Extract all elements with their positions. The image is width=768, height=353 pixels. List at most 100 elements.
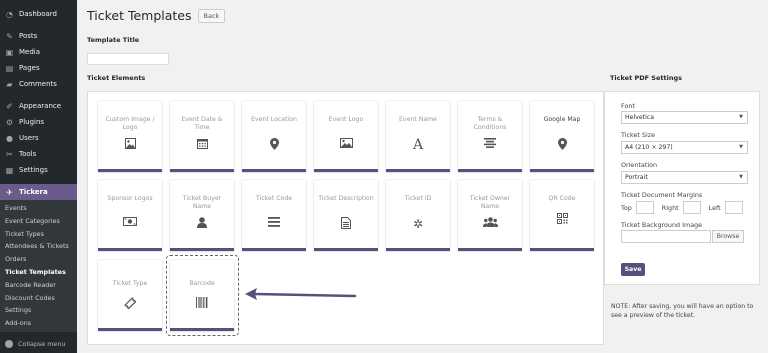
sidebar-item-label: Posts — [19, 32, 38, 40]
orientation-label: Orientation — [621, 161, 658, 169]
admin-sidebar: ◔ Dashboard ✎ Posts ▣ Media ▤ Pages ▰ Comment… — [0, 0, 77, 353]
sidebar-item-settings[interactable]: ▦ Settings — [0, 162, 77, 178]
margin-right-label: Right — [661, 203, 679, 212]
element-tile-custom-image-logo[interactable]: Custom Image / Logo — [98, 101, 162, 172]
tile-label: Google Map — [543, 116, 581, 123]
collapse-menu-label: Collapse menu — [18, 340, 66, 348]
users-icon: ● — [6, 133, 13, 143]
element-tile-event-location[interactable]: Event Location — [242, 101, 306, 172]
margin-top-input[interactable] — [635, 201, 654, 214]
ticket-size-select-value: A4 (210 × 297) — [625, 144, 673, 151]
save-button[interactable]: Save — [621, 263, 645, 276]
sidebar-item-label: Tools — [19, 150, 37, 158]
margins-label: Ticket Document Margins — [621, 191, 703, 199]
calendar-icon — [170, 138, 234, 149]
element-tile-event-logo[interactable]: Event Logo — [314, 101, 378, 172]
submenu-item-settings[interactable]: Settings — [0, 304, 77, 317]
tile-label: Custom Image / Logo — [105, 116, 155, 131]
margin-right-input[interactable] — [682, 201, 701, 214]
orientation-select[interactable]: Portrait ▼ — [621, 171, 748, 184]
sidebar-item-dashboard[interactable]: ◔ Dashboard — [0, 6, 77, 22]
margin-left-label: Left — [708, 203, 721, 212]
element-tile-google-map[interactable]: Google Map — [530, 101, 594, 172]
image-icon — [98, 138, 162, 149]
submenu-item-ticket-templates[interactable]: Ticket Templates — [0, 266, 77, 279]
sidebar-item-label: Dashboard — [19, 10, 57, 18]
submenu-item-event-categories[interactable]: Event Categories — [0, 215, 77, 228]
element-tile-ticket-code[interactable]: Ticket Code — [242, 180, 306, 251]
settings-icon: ▦ — [5, 165, 14, 175]
page-title-text: Ticket Templates — [87, 8, 192, 23]
font-select[interactable]: Helvetica ▼ — [621, 111, 748, 124]
chevron-down-icon: ▼ — [739, 114, 743, 120]
tile-label: Event Name — [399, 116, 437, 123]
background-image-input[interactable] — [621, 230, 711, 243]
element-tile-ticket-description[interactable]: Ticket Description — [314, 180, 378, 251]
tile-label: Event Location — [251, 116, 297, 123]
ticket-size-select[interactable]: A4 (210 × 297) ▼ — [621, 141, 748, 154]
sidebar-item-plugins[interactable]: ⚙ Plugins — [0, 114, 77, 130]
align-center-icon — [458, 138, 522, 148]
ticket-elements-label: Ticket Elements — [87, 74, 146, 82]
pin-icon: ✎ — [6, 31, 13, 41]
element-tile-sponsor-logos[interactable]: Sponsor Logos — [98, 180, 162, 251]
submenu-item-events[interactable]: Events — [0, 202, 77, 215]
sidebar-item-media[interactable]: ▣ Media — [0, 44, 77, 60]
sidebar-item-label: Appearance — [19, 102, 62, 110]
element-tile-event-name[interactable]: Event Name A — [386, 101, 450, 172]
tile-label: Ticket ID — [404, 195, 432, 202]
submenu-item-orders[interactable]: Orders — [0, 253, 77, 266]
sidebar-item-label: Pages — [19, 64, 40, 72]
chevron-down-icon: ▼ — [739, 144, 743, 150]
browse-button[interactable]: Browse — [712, 230, 744, 243]
sidebar-item-label: Comments — [19, 80, 57, 88]
image-icon — [314, 138, 378, 148]
submenu-item-discount-codes[interactable]: Discount Codes — [0, 292, 77, 305]
element-tile-ticket-id[interactable]: Ticket ID ✲ — [386, 180, 450, 251]
sidebar-item-label: Users — [19, 134, 39, 142]
sidebar-item-pages[interactable]: ▤ Pages — [0, 60, 77, 76]
barcode-highlight — [166, 255, 239, 336]
tile-label: Event Date & Time — [181, 116, 223, 131]
margins-row: Top Right Left — [621, 201, 751, 214]
pages-icon: ▤ — [5, 63, 14, 73]
element-tile-ticket-buyer-name[interactable]: Ticket Buyer Name — [170, 180, 234, 251]
sidebar-item-posts[interactable]: ✎ Posts — [0, 28, 77, 44]
margin-left-input[interactable] — [724, 201, 743, 214]
tools-icon: ✂ — [6, 149, 13, 159]
media-icon: ▣ — [5, 47, 14, 57]
submenu-item-ticket-types[interactable]: Ticket Types — [0, 228, 77, 241]
tile-label: Ticket Buyer Name — [182, 195, 222, 210]
element-tile-terms-conditions[interactable]: Terms & Conditions — [458, 101, 522, 172]
tile-label: Ticket Type — [112, 280, 148, 287]
tile-label: QR Code — [548, 195, 576, 202]
list-icon — [242, 217, 306, 227]
gear-icon: ✲ — [412, 217, 424, 231]
submenu-item-attendees-tickets[interactable]: Attendees & Tickets — [0, 240, 77, 253]
dashboard-icon: ◔ — [6, 9, 13, 19]
back-button[interactable]: Back — [197, 8, 226, 23]
sidebar-item-appearance[interactable]: ✐ Appearance — [0, 98, 77, 114]
element-tile-qr-code[interactable]: QR Code — [530, 180, 594, 251]
collapse-menu-button[interactable]: Collapse menu — [5, 340, 65, 348]
element-tile-ticket-owner-name[interactable]: Ticket Owner Name — [458, 180, 522, 251]
tickera-submenu: Events Event Categories Ticket Types Att… — [0, 200, 77, 332]
sidebar-item-tickera[interactable]: ✈ Tickera — [0, 184, 77, 200]
sidebar-item-comments[interactable]: ▰ Comments — [0, 76, 77, 92]
page-title: Ticket Templates Back — [87, 8, 226, 23]
preview-note: NOTE: After saving, you will have an opt… — [611, 303, 754, 319]
sidebar-item-users[interactable]: ● Users — [0, 130, 77, 146]
money-icon — [98, 217, 162, 226]
ticket-icon: ✈ — [6, 187, 13, 197]
ticket-icon — [98, 297, 162, 309]
element-tile-ticket-type[interactable]: Ticket Type — [98, 260, 162, 331]
template-title-input[interactable] — [87, 53, 169, 65]
appearance-icon: ✐ — [6, 101, 13, 111]
sidebar-item-tools[interactable]: ✂ Tools — [0, 146, 77, 162]
tile-label: Sponsor Logos — [107, 195, 153, 202]
element-tile-event-date-time[interactable]: Event Date & Time — [170, 101, 234, 172]
submenu-item-add-ons[interactable]: Add-ons — [0, 317, 77, 330]
chevron-down-icon: ▼ — [739, 174, 743, 180]
submenu-item-barcode-reader[interactable]: Barcode Reader — [0, 279, 77, 292]
qrcode-icon — [530, 213, 594, 224]
